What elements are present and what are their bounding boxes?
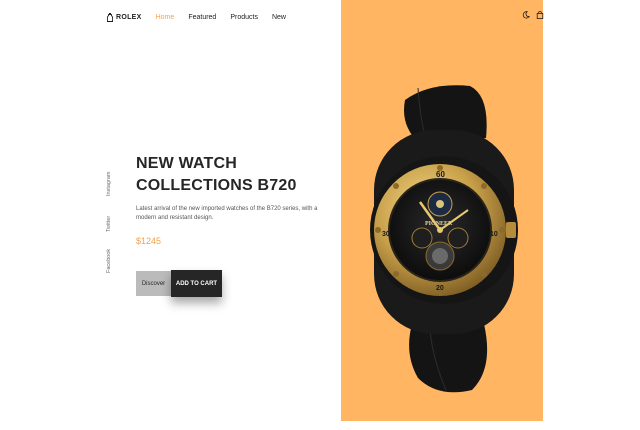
social-links: Instagram Twitter Facebook xyxy=(106,168,116,276)
bezel-number-10: 10 xyxy=(490,231,498,238)
nav-link-featured[interactable]: Featured xyxy=(188,14,216,21)
hero-title: NEW WATCH COLLECTIONS B720 xyxy=(136,153,326,197)
discover-button[interactable]: Discover xyxy=(136,271,171,296)
social-link-twitter[interactable]: Twitter xyxy=(106,208,116,232)
social-link-instagram[interactable]: Instagram xyxy=(106,168,116,196)
nav-link-new[interactable]: New xyxy=(272,14,286,21)
watch-image: 60 10 20 30 PIONEER xyxy=(370,85,518,393)
navbar: ROLEX Home Featured Products New xyxy=(107,9,300,25)
hero-title-line-2: COLLECTIONS B720 xyxy=(136,177,297,194)
brand-name: ROLEX xyxy=(116,13,142,21)
bezel-number-20: 20 xyxy=(436,285,444,292)
page: ROLEX Home Featured Products New Instagr… xyxy=(0,0,640,430)
nav-link-home[interactable]: Home xyxy=(156,14,175,21)
add-to-cart-button[interactable]: ADD TO CART xyxy=(171,270,222,297)
social-link-facebook[interactable]: Facebook xyxy=(106,245,116,273)
brand-logo[interactable]: ROLEX xyxy=(107,12,142,22)
bezel-number-60: 60 xyxy=(436,170,445,179)
bottle-icon xyxy=(107,12,113,22)
hero-title-line-1: NEW WATCH xyxy=(136,155,238,172)
hero-description: Latest arrival of the new imported watch… xyxy=(136,206,318,221)
product-price: $1245 xyxy=(136,236,162,246)
moon-icon[interactable] xyxy=(522,11,530,19)
nav-link-products[interactable]: Products xyxy=(230,14,258,21)
shopping-bag-icon[interactable] xyxy=(536,11,544,19)
nav-actions xyxy=(516,11,544,19)
bezel-number-30: 30 xyxy=(382,231,390,238)
